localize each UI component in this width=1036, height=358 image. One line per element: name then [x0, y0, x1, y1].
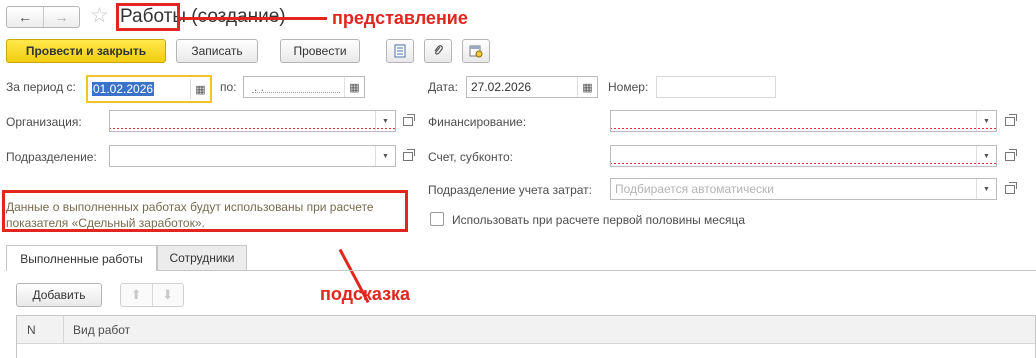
arrow-right-icon: → [54, 9, 69, 25]
dropdown-arrow-icon[interactable]: ▼ [375, 111, 395, 131]
nav-buttons: ← → [6, 6, 80, 28]
date-field[interactable]: 27.02.2026 ▦ [466, 76, 598, 98]
period-to-field[interactable]: . . ▦ [243, 76, 365, 98]
period-from-value: 01.02.2026 [92, 82, 155, 96]
works-table: N Вид работ [16, 315, 1036, 358]
tab-employees[interactable]: Сотрудники [157, 245, 247, 270]
open-link-icon [1005, 113, 1017, 126]
cost-department-placeholder: Подбирается автоматически [615, 182, 774, 196]
attachment-icon [434, 45, 443, 55]
open-department-button[interactable] [398, 145, 418, 167]
post-and-close-button[interactable]: Провести и закрыть [6, 39, 166, 63]
report-icon [394, 44, 406, 58]
move-up-icon[interactable]: ⬆ [121, 284, 152, 306]
table-header: N Вид работ [17, 316, 1035, 344]
account-label: Счет, субконто: [428, 150, 513, 164]
open-organization-button[interactable] [398, 110, 418, 132]
first-half-label: Использовать при расчете первой половины… [452, 213, 746, 227]
date-value: 27.02.2026 [471, 80, 532, 94]
open-link-icon [1005, 181, 1017, 194]
column-header-number[interactable]: N [27, 316, 36, 344]
dropdown-arrow-icon[interactable]: ▼ [375, 146, 395, 166]
date-label: Дата: [428, 80, 458, 94]
calendar-icon[interactable]: ▦ [577, 77, 597, 97]
open-link-icon [403, 113, 415, 126]
dropdown-arrow-icon[interactable]: ▼ [976, 111, 996, 131]
calendar-settings-button[interactable] [462, 39, 490, 63]
open-link-icon [1005, 148, 1017, 161]
financing-label: Финансирование: [428, 115, 527, 129]
period-from-label: За период с: [6, 80, 76, 94]
open-account-button[interactable] [1000, 145, 1020, 167]
favorite-star-icon[interactable]: ☆ [90, 4, 109, 28]
save-button[interactable]: Записать [176, 39, 258, 63]
annotation-presentation-label: представление [332, 8, 468, 28]
attachment-button[interactable] [424, 39, 452, 63]
move-buttons: ⬆ ⬇ [120, 283, 184, 307]
dropdown-arrow-icon[interactable]: ▼ [976, 179, 996, 199]
annotation-hint-frame [2, 190, 408, 232]
period-from-field[interactable]: 01.02.2026 ▦ [86, 75, 212, 103]
tab-completed-works[interactable]: Выполненные работы [6, 245, 157, 271]
annotation-pointer-line [179, 17, 327, 20]
post-button[interactable]: Провести [280, 39, 360, 63]
dropdown-arrow-icon[interactable]: ▼ [976, 146, 996, 166]
add-button[interactable]: Добавить [16, 283, 102, 307]
tab-bar-divider [6, 270, 1036, 271]
number-field[interactable] [656, 76, 776, 98]
cost-department-label: Подразделение учета затрат: [428, 183, 592, 197]
account-field[interactable]: ▼ [610, 145, 997, 167]
cost-department-field[interactable]: Подбирается автоматически ▼ [610, 178, 997, 200]
financing-field[interactable]: ▼ [610, 110, 997, 132]
back-button[interactable]: ← [7, 7, 43, 27]
move-down-icon[interactable]: ⬇ [151, 284, 184, 306]
first-half-checkbox[interactable] [430, 212, 444, 226]
annotation-hint-label: подсказка [320, 284, 411, 304]
open-cost-department-button[interactable] [1000, 178, 1020, 200]
annotation-title-frame [116, 3, 180, 31]
department-label: Подразделение: [6, 150, 97, 164]
calendar-icon[interactable]: ▦ [190, 79, 210, 99]
organization-field[interactable]: ▼ [109, 110, 396, 132]
report-button[interactable] [386, 39, 414, 63]
open-financing-button[interactable] [1000, 110, 1020, 132]
organization-label: Организация: [6, 115, 82, 129]
department-field[interactable]: ▼ [109, 145, 396, 167]
number-label: Номер: [608, 80, 649, 94]
arrow-left-icon: ← [18, 9, 32, 25]
forward-button[interactable]: → [43, 7, 79, 27]
calendar-icon[interactable]: ▦ [344, 77, 364, 97]
calendar-settings-icon [469, 45, 483, 58]
period-to-label: по: [220, 80, 237, 94]
column-header-work-type[interactable]: Вид работ [73, 316, 130, 344]
open-link-icon [403, 148, 415, 161]
